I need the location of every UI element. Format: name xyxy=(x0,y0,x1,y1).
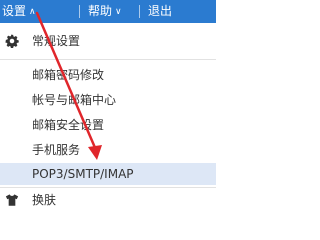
help-label: 帮助 xyxy=(88,4,113,18)
logout-link[interactable]: 退出 xyxy=(148,0,172,23)
menu-item-label: 手机服务 xyxy=(32,143,81,157)
settings-label: 设置 xyxy=(2,4,27,18)
menu-item-pop3-smtp-imap[interactable]: POP3/SMTP/IMAP xyxy=(0,163,216,185)
chevron-up-icon: ∧ xyxy=(29,7,36,17)
logout-label: 退出 xyxy=(148,4,173,18)
menu-divider xyxy=(0,59,216,60)
skin-label: 换肤 xyxy=(32,193,57,207)
menu-item-general-settings[interactable]: 常规设置 xyxy=(0,30,216,52)
menu-item-skin[interactable]: 换肤 xyxy=(0,189,216,211)
menu-item-password-change[interactable]: 邮箱密码修改 xyxy=(0,64,216,86)
menu-item-account-center[interactable]: 帐号与邮箱中心 xyxy=(0,89,216,111)
general-settings-label: 常规设置 xyxy=(32,34,81,48)
help-menu-button[interactable]: 帮助 ∨ xyxy=(88,0,122,23)
top-nav-bar: 设置 ∧ 帮助 ∨ 退出 xyxy=(0,0,216,23)
menu-item-label: POP3/SMTP/IMAP xyxy=(32,167,134,181)
menu-item-label: 邮箱密码修改 xyxy=(32,68,105,82)
menu-item-mobile-service[interactable]: 手机服务 xyxy=(0,139,216,161)
settings-menu-button[interactable]: 设置 ∧ xyxy=(2,0,36,23)
nav-separator xyxy=(79,5,80,18)
menu-item-label: 邮箱安全设置 xyxy=(32,118,105,132)
chevron-down-icon: ∨ xyxy=(115,7,122,17)
settings-dropdown-menu: 常规设置 邮箱密码修改 帐号与邮箱中心 邮箱安全设置 手机服务 POP3/SMT… xyxy=(0,23,216,213)
nav-separator xyxy=(139,5,140,18)
tshirt-icon xyxy=(5,194,19,206)
menu-item-label: 帐号与邮箱中心 xyxy=(32,93,117,107)
menu-item-security-settings[interactable]: 邮箱安全设置 xyxy=(0,114,216,136)
gear-icon xyxy=(5,34,19,48)
menu-divider xyxy=(0,187,216,188)
